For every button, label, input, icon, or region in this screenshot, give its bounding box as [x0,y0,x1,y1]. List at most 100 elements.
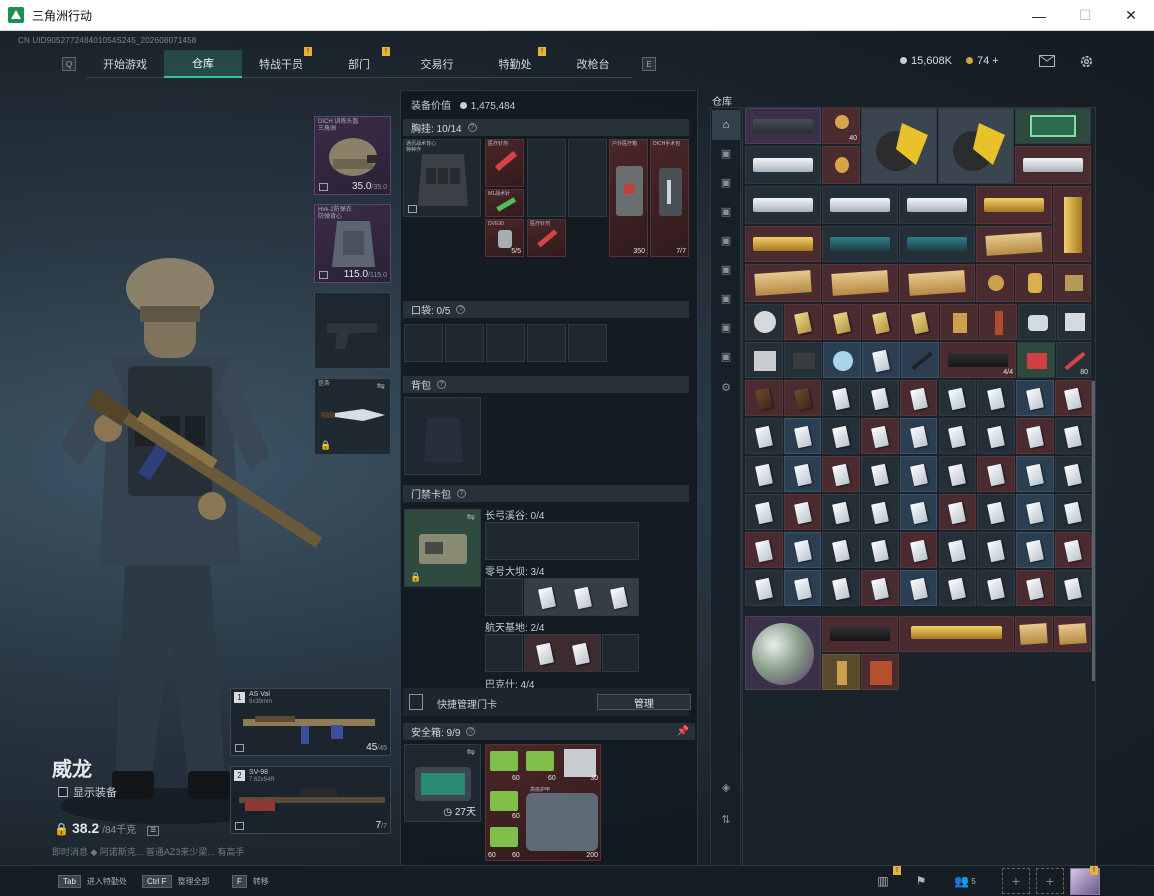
swap-icon[interactable]: ⇋ [467,512,475,523]
warehouse-item-circular-saw[interactable] [938,108,1014,184]
warehouse-item-armor-rig[interactable] [745,108,821,144]
warehouse-item-keycard[interactable] [783,456,822,492]
tab-department[interactable]: 部门! [320,47,398,78]
warehouse-item-keycard[interactable] [745,380,783,416]
silver-currency[interactable]: 15,608K [900,55,952,67]
warehouse-item-keycard[interactable] [977,418,1015,454]
warehouse-item-device[interactable] [1057,304,1091,340]
warehouse-item-keycard[interactable] [1015,494,1054,530]
warehouse-item-document[interactable] [822,264,898,302]
rig-item-injector-2[interactable]: 医疗针剂 [527,219,566,257]
safebox-contents[interactable]: 60 60 30 60 高级护甲 60 60 200 [485,744,601,861]
warehouse-item-keycard[interactable] [938,456,977,492]
warehouse-item-iridescent-orb[interactable] [745,616,821,690]
swap-icon[interactable]: ⇋ [377,381,385,392]
warehouse-item-keycard[interactable] [938,380,977,416]
safebox-container[interactable]: ⇋ ◷ 27天 [404,744,481,822]
warehouse-item-pocketwatch[interactable]: 40 [822,108,860,144]
warehouse-item-lighter[interactable] [940,304,978,340]
warehouse-item-keycard[interactable] [938,494,977,530]
warehouse-item-keycard[interactable] [783,532,822,568]
warehouse-item-figurine[interactable] [862,304,900,340]
warehouse-item-pocketwatch[interactable] [822,146,860,184]
warehouse-item-watch[interactable] [1015,264,1053,302]
warehouse-item-bottle[interactable] [979,304,1017,340]
pocket-slot[interactable] [527,324,566,362]
invite-slot-add-icon[interactable]: + [1036,868,1064,894]
warehouse-item-barrel[interactable] [822,616,898,652]
help-icon[interactable]: ? [457,489,466,498]
warehouse-item-keycard[interactable] [861,456,899,492]
warehouse-item-keycard[interactable] [899,532,938,568]
warehouse-item-compass[interactable] [976,264,1014,302]
warehouse-item-tech-case[interactable]: 4/4 [940,342,1016,378]
pin-icon[interactable]: 📌 [677,726,689,737]
primary-weapon-slot[interactable]: 1 AS Val 9x39mm 45/45 [230,688,391,756]
warehouse-item-keycard[interactable] [861,418,899,454]
warehouse-item-figurine[interactable] [784,304,822,340]
warehouse-item-keycard[interactable] [1015,380,1054,416]
keygroup-dam-cards[interactable] [524,578,639,616]
warehouse-item-keycard[interactable] [899,494,938,530]
tab-gunsmith[interactable]: 改枪台 [554,50,632,78]
warehouse-item-playing-card[interactable] [862,342,900,378]
show-equipment-checkbox[interactable] [58,787,68,797]
warehouse-item-keycard[interactable] [899,570,938,606]
rig-item-surgery-kit[interactable]: DICH手术包 7/7 [650,139,689,257]
helmet-slot[interactable]: DICH 训练头盔 三角洲 35.0/35.0 [314,116,391,195]
pocket-slot[interactable] [486,324,525,362]
warehouse-item-keycard[interactable] [977,456,1015,492]
warehouse-item-keycard[interactable] [1015,570,1054,606]
warehouse-item-painting[interactable] [861,654,899,690]
nav-next-key[interactable]: E [642,57,656,71]
warehouse-item-pot[interactable] [1018,304,1056,340]
warehouse-item-gold-bar-vertical[interactable] [1053,186,1091,262]
layers-icon[interactable]: ◈ [717,778,735,796]
warehouse-item-figurine[interactable] [823,304,861,340]
rig-item-medkit[interactable]: 户外医疗箱 350 [609,139,648,257]
armor-slot[interactable]: Hvk-2防弹衣 防弹背心 115.0/115.0 [314,204,391,283]
warehouse-item-chip[interactable] [1054,264,1091,302]
show-equipment-toggle[interactable]: 显示装备 [58,784,117,800]
mail-icon[interactable] [1038,54,1056,68]
keycard-slot-empty[interactable] [485,578,523,616]
hint-transfer[interactable]: F 转移 [232,875,269,888]
warehouse-item-keycard[interactable] [822,494,861,530]
warehouse-item-keycard[interactable] [822,532,861,568]
keycard-case[interactable]: ⇋ 🔒 [404,509,481,587]
help-icon[interactable]: ? [456,305,466,314]
rig-item-m1-injector[interactable]: M1战术针 [485,189,524,217]
rig-item-injector[interactable]: 医疗针剂 [485,139,524,187]
warehouse-tab-6-icon[interactable]: ▣ [717,289,735,307]
warehouse-item-silver-bar[interactable] [1015,146,1091,184]
warehouse-item-circular-saw[interactable] [861,108,937,184]
warehouse-item-silver-bar[interactable] [745,146,821,184]
warehouse-item-pen[interactable] [901,342,939,378]
warehouse-item-keycard[interactable] [1015,456,1054,492]
warehouse-item-injector[interactable]: 80 [1056,342,1091,378]
warehouse-tab-5-icon[interactable]: ▣ [717,260,735,278]
warehouse-item-cells[interactable] [823,342,861,378]
warehouse-item-keycard[interactable] [745,418,783,454]
warehouse-item-keycard[interactable] [745,532,783,568]
warehouse-item-medkit[interactable] [1017,342,1055,378]
warehouse-item-keycard[interactable] [977,532,1015,568]
tab-warehouse[interactable]: 仓库 [164,50,242,78]
warehouse-item-cooler[interactable] [745,342,783,378]
rig-item-dve90[interactable]: DVE90 5/5 [485,219,524,257]
backpack-slot-empty[interactable] [404,397,481,475]
warehouse-item-keycard[interactable] [822,418,861,454]
warehouse-scrollbar[interactable] [1092,381,1095,681]
warehouse-tab-8-icon[interactable]: ▣ [717,347,735,365]
warehouse-item-gold-device[interactable] [899,616,1014,652]
add-currency-button[interactable]: + [992,55,998,67]
warehouse-item-keycard[interactable] [783,570,822,606]
warehouse-item-document[interactable] [745,264,821,302]
warehouse-item-keycard[interactable] [899,418,938,454]
warehouse-item-keycard[interactable] [1054,570,1093,606]
tab-special-ops[interactable]: 特勤处! [476,47,554,78]
list-icon[interactable]: ≡ [147,825,160,836]
warehouse-item-keycard[interactable] [1054,380,1093,416]
manage-keycards-button[interactable]: 管理 [597,694,691,710]
warehouse-item-keycard[interactable] [899,380,938,416]
